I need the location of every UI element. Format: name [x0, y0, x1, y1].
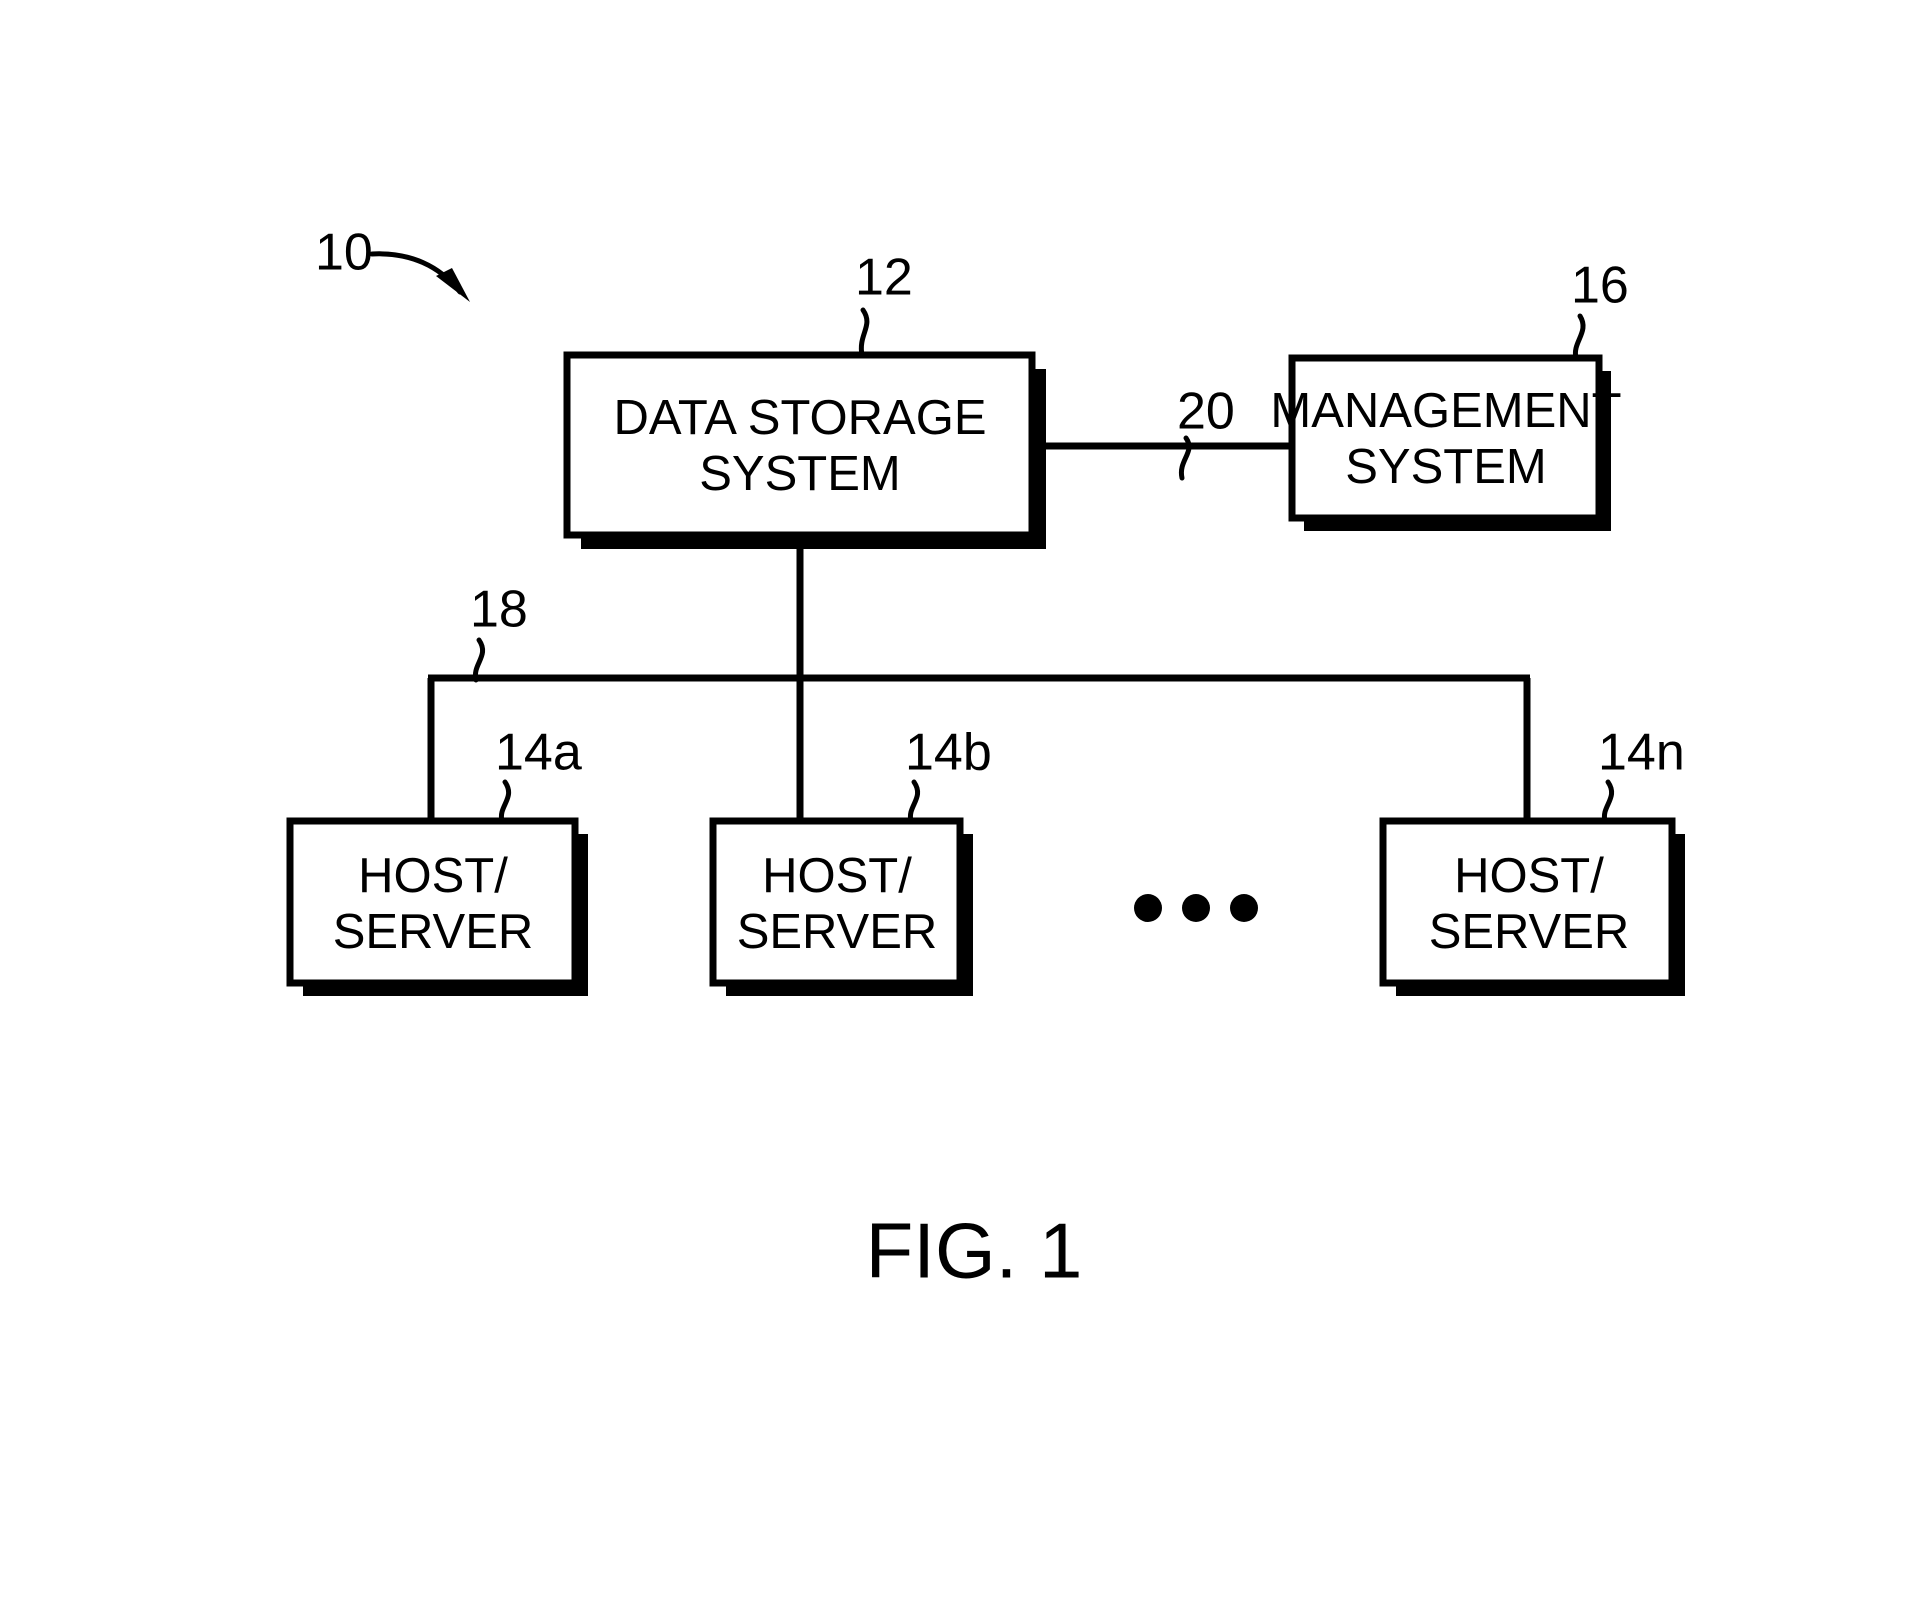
host-server-a-label-line2: SERVER	[333, 905, 534, 959]
data-storage-system-label-line1: DATA STORAGE	[613, 391, 986, 445]
ref-leader-12	[858, 307, 870, 358]
data-storage-system-box	[563, 351, 1036, 539]
figure-caption: FIG. 1	[866, 1207, 1083, 1295]
management-system-label-line1: MANAGEMENT	[1270, 384, 1621, 438]
management-system-label-line2: SYSTEM	[1345, 440, 1546, 494]
ellipsis-dot-2	[1182, 894, 1210, 922]
patent-figure-1: 10 DATA STORAGE SYSTEM 12 MANAGEMENT SYS…	[286, 224, 1685, 1295]
system-callout-10: 10	[315, 224, 470, 302]
ref-label-14b: 14b	[905, 724, 992, 782]
ref-callout-12: 12	[855, 249, 913, 358]
ref-label-14n: 14n	[1598, 724, 1685, 782]
ref-label-18: 18	[470, 581, 528, 639]
ref-label-10: 10	[315, 224, 373, 282]
ref-callout-18: 18	[470, 581, 528, 683]
ref-leader-14n	[1601, 779, 1615, 824]
host-server-b-label-line1: HOST/	[762, 849, 912, 903]
ref-callout-14a: 14a	[495, 724, 582, 824]
ref-label-20: 20	[1177, 383, 1235, 441]
ref-callout-14b: 14b	[905, 724, 992, 824]
host-server-n-label-line1: HOST/	[1454, 849, 1604, 903]
node-data-storage-system[interactable]: DATA STORAGE SYSTEM	[563, 351, 1046, 549]
host-server-n-label-line2: SERVER	[1429, 905, 1630, 959]
ref-label-12: 12	[855, 249, 913, 307]
node-management-system[interactable]: MANAGEMENT SYSTEM	[1270, 354, 1622, 531]
ellipsis-dot-3	[1230, 894, 1258, 922]
ref-leader-14b	[907, 779, 921, 824]
node-host-server-a[interactable]: HOST/ SERVER	[286, 817, 588, 996]
ref-label-16: 16	[1571, 257, 1629, 315]
ref-callout-20: 20	[1177, 383, 1235, 481]
ref-callout-16: 16	[1571, 257, 1629, 361]
host-server-a-label-line1: HOST/	[358, 849, 508, 903]
ref-label-14a: 14a	[495, 724, 582, 782]
figure-page: 10 DATA STORAGE SYSTEM 12 MANAGEMENT SYS…	[0, 0, 1922, 1623]
ref-leader-16	[1572, 313, 1586, 361]
ref-callout-14n: 14n	[1598, 724, 1685, 824]
data-storage-system-label-line2: SYSTEM	[699, 447, 900, 501]
ref-leader-18	[472, 637, 486, 683]
node-host-server-b[interactable]: HOST/ SERVER	[709, 817, 973, 996]
ellipsis-dot-1	[1134, 894, 1162, 922]
management-system-box	[1288, 354, 1603, 522]
node-host-server-n[interactable]: HOST/ SERVER	[1379, 817, 1685, 996]
host-ellipsis	[1134, 894, 1258, 922]
ref-leader-14a	[498, 779, 512, 824]
host-server-b-label-line2: SERVER	[737, 905, 938, 959]
